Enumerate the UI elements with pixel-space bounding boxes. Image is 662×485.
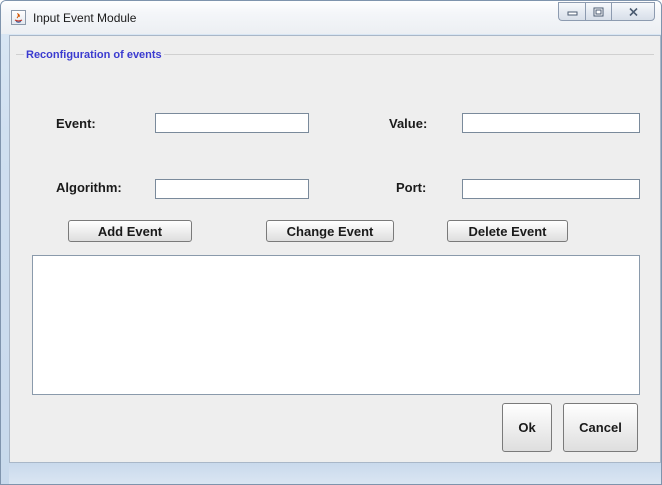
close-icon xyxy=(628,7,638,16)
algorithm-field[interactable] xyxy=(155,179,309,199)
value-label: Value: xyxy=(389,116,428,131)
ok-button[interactable]: Ok xyxy=(502,403,552,452)
change-event-button[interactable]: Change Event xyxy=(266,220,394,242)
event-label: Event: xyxy=(56,116,96,131)
java-app-icon[interactable] xyxy=(11,10,26,25)
maximize-button[interactable] xyxy=(585,2,611,21)
port-field[interactable] xyxy=(462,179,640,199)
close-button[interactable] xyxy=(611,2,655,21)
add-event-button[interactable]: Add Event xyxy=(68,220,192,242)
event-field[interactable] xyxy=(155,113,309,133)
window-title: Input Event Module xyxy=(33,11,137,25)
app-window: Input Event Module Reconfiguration of ev… xyxy=(0,0,662,485)
minimize-button[interactable] xyxy=(558,2,585,21)
group-title: Reconfiguration of events xyxy=(24,49,164,61)
port-label: Port: xyxy=(396,180,427,195)
events-list-area[interactable] xyxy=(32,255,640,395)
window-bottom-frame xyxy=(9,463,661,484)
delete-event-button[interactable]: Delete Event xyxy=(447,220,568,242)
value-field[interactable] xyxy=(462,113,640,133)
algorithm-label: Algorithm: xyxy=(56,180,122,195)
window-controls xyxy=(558,2,655,23)
content-panel: Reconfiguration of events Event: Value: … xyxy=(9,35,661,463)
title-bar[interactable]: Input Event Module xyxy=(1,1,661,34)
cancel-button[interactable]: Cancel xyxy=(563,403,638,452)
maximize-icon xyxy=(593,7,604,16)
minimize-icon xyxy=(567,11,577,15)
